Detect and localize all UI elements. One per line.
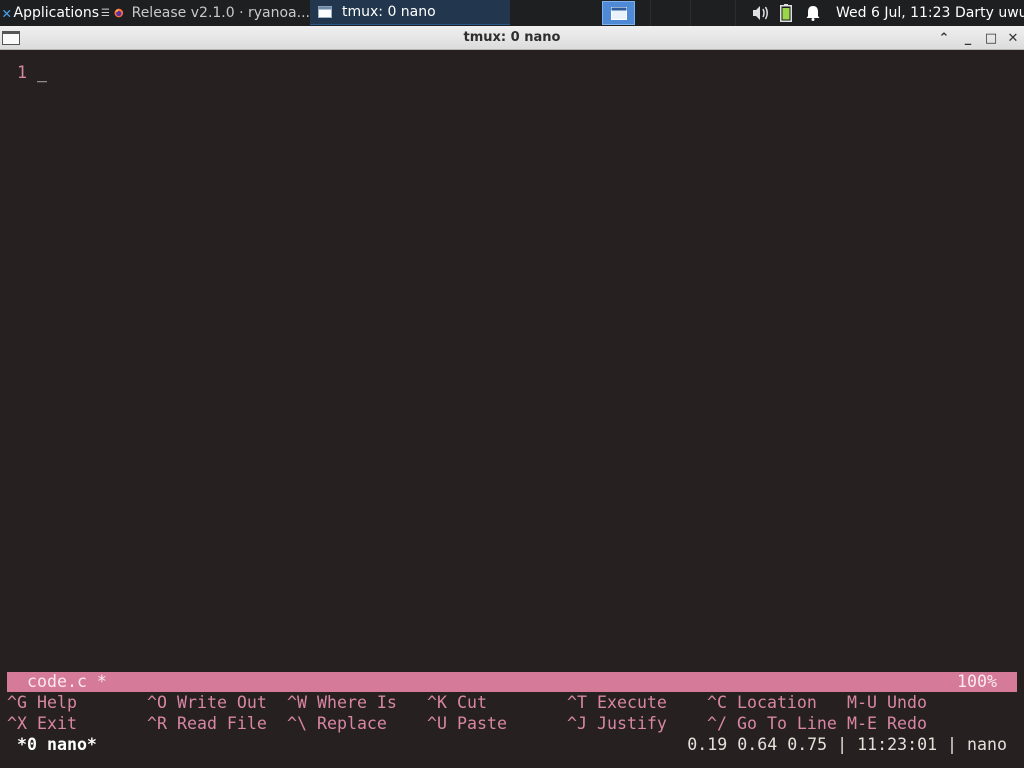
shortcut-key: ^W [287, 693, 307, 712]
tmux-window-label[interactable]: *0 nano* [17, 734, 97, 756]
window-titlebar[interactable]: tmux: 0 nano ⌃ _ □ ✕ [0, 26, 1024, 50]
shortcut-key: ^O [147, 693, 167, 712]
show-desktop-icon [610, 6, 627, 20]
shortcut-desc: Replace [316, 714, 387, 733]
minimize-button[interactable]: _ [959, 29, 977, 47]
tmux-status-right: 0.19 0.64 0.75 | 11:23:01 | nano [687, 735, 1007, 754]
shortcut-key: ^T [567, 693, 587, 712]
task-tmux-label: tmux: 0 nano [342, 4, 436, 20]
menu-glyph-icon: ☰ [101, 7, 110, 19]
window-title: tmux: 0 nano [463, 30, 561, 45]
close-button[interactable]: ✕ [1004, 29, 1022, 47]
battery-button[interactable] [780, 0, 796, 26]
tmux-status-bar: *0 nano* 0.19 0.64 0.75 | 11:23:01 | nan… [0, 734, 1024, 756]
shortcut-desc: Exit [36, 714, 77, 733]
status-percent: 100% [957, 672, 997, 691]
shortcut-redo: M-E Redo [847, 713, 927, 734]
shortcut-key: ^\ [287, 714, 307, 733]
show-desktop-button[interactable] [602, 1, 635, 25]
shortcut-undo: M-U Undo [847, 692, 927, 713]
shortcut-read-file: ^R Read File [147, 713, 267, 734]
shortcut-key: ^X [7, 714, 27, 733]
shortcut-help: ^G Help [7, 692, 77, 713]
xfce-icon [3, 9, 11, 17]
shortcut-replace: ^\ Replace [287, 713, 387, 734]
shortcut-key: ^G [7, 693, 27, 712]
notification-bell-icon [806, 6, 820, 21]
shortcut-justify: ^J Justify [567, 713, 667, 734]
shortcut-key: M-U [847, 693, 877, 712]
applications-label: Applications [13, 5, 100, 21]
volume-icon [753, 6, 768, 20]
shortcut-desc: Paste [456, 714, 507, 733]
nano-status-bar: code.c * 100% [7, 672, 1017, 692]
shortcut-desc: Execute [596, 693, 667, 712]
volume-button[interactable] [752, 0, 772, 26]
shortcut-desc: Read File [176, 714, 267, 733]
shortcut-go-to-line: ^/ Go To Line [707, 713, 837, 734]
task-firefox[interactable]: Release v2.1.0 · ryanoa... [110, 0, 310, 25]
shortcut-desc: Location [736, 693, 817, 712]
shortcut-location: ^C Location [707, 692, 817, 713]
clock[interactable]: Wed 6 Jul, 11:23 [836, 0, 951, 26]
notifications-button[interactable] [806, 0, 822, 26]
shortcut-execute: ^T Execute [567, 692, 667, 713]
shortcut-key: ^/ [707, 714, 727, 733]
shortcut-key: ^C [707, 693, 727, 712]
panel-separator [735, 0, 736, 26]
shortcut-desc: Cut [456, 693, 487, 712]
shortcut-key: ^J [567, 714, 587, 733]
shortcut-desc: Write Out [176, 693, 267, 712]
top-panel: Applications ☰ Release v2.1.0 · ryanoa..… [0, 0, 1024, 26]
task-firefox-label: Release v2.1.0 · ryanoa... [131, 4, 310, 21]
shortcut-desc: Where Is [316, 693, 397, 712]
shortcut-exit: ^X Exit [7, 713, 77, 734]
shortcut-desc: Undo [886, 693, 927, 712]
maximize-button[interactable]: □ [982, 29, 1000, 47]
shortcut-cut: ^K Cut [427, 692, 487, 713]
shortcut-desc: Redo [886, 714, 927, 733]
task-tmux[interactable]: tmux: 0 nano [310, 0, 510, 25]
shortcut-desc: Help [36, 693, 77, 712]
panel-separator [690, 0, 691, 26]
shortcut-desc: Justify [596, 714, 667, 733]
shortcut-key: ^U [427, 714, 447, 733]
status-filename: code.c * [27, 672, 107, 691]
terminal-area[interactable]: 1 _ code.c * 100% ^G Help ^O Write Out ^… [0, 50, 1024, 768]
text-cursor: _ [37, 63, 47, 82]
nano-shortcut-bar: ^G Help ^O Write Out ^W Where Is ^K Cut … [7, 692, 1017, 734]
window-icon [318, 6, 332, 18]
shortcut-write-out: ^O Write Out [147, 692, 267, 713]
shortcut-key: M-E [847, 714, 877, 733]
user-menu[interactable]: Darty uwu [955, 0, 1024, 26]
applications-menu[interactable]: Applications ☰ [0, 0, 110, 26]
line-number: 1 [17, 63, 27, 82]
firefox-icon [114, 8, 124, 17]
shortcut-where-is: ^W Where Is [287, 692, 397, 713]
panel-separator [650, 0, 651, 26]
battery-icon [780, 4, 792, 22]
shortcut-key: ^K [427, 693, 447, 712]
shade-button[interactable]: ⌃ [935, 29, 953, 47]
shortcut-desc: Go To Line [736, 714, 837, 733]
shortcut-key: ^R [147, 714, 167, 733]
shortcut-paste: ^U Paste [427, 713, 507, 734]
